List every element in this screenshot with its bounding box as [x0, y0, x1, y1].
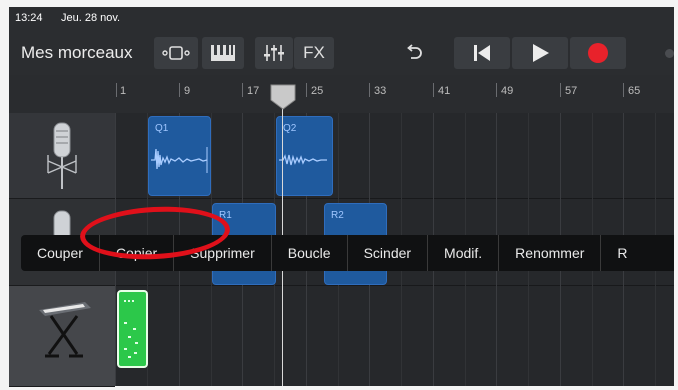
ruler-header-blank: [9, 75, 115, 113]
ruler-tick: [306, 83, 307, 97]
rewind-to-start-icon: [474, 45, 490, 61]
ruler-bar-17: 17: [247, 85, 260, 97]
play-icon: [533, 44, 549, 62]
menu-item-loop[interactable]: Boucle: [272, 235, 348, 271]
undo-icon: [407, 44, 422, 59]
ruler-bar-65: 65: [628, 85, 641, 97]
undo-button[interactable]: [397, 37, 431, 69]
status-bar: 13:24 Jeu. 28 nov.: [9, 7, 674, 31]
ruler-tick: [560, 83, 561, 97]
ruler-tick: [116, 83, 117, 97]
screenshot-frame-right: [674, 0, 678, 390]
ruler-tick: [433, 83, 434, 97]
record-icon: [588, 43, 608, 63]
waveform: [279, 154, 327, 166]
screenshot-frame-top: [0, 0, 678, 7]
mixer-sliders-icon: [264, 45, 284, 61]
midi-notes: [124, 300, 138, 358]
screenshot-frame-left: [0, 0, 9, 390]
ruler-bar-57: 57: [565, 85, 578, 97]
fx-button[interactable]: FX: [294, 37, 334, 69]
track-lane-3[interactable]: [115, 286, 674, 386]
ruler-tick: [369, 83, 370, 97]
ruler-bar-41: 41: [438, 85, 451, 97]
ruler-bar-49: 49: [501, 85, 514, 97]
fx-label: FX: [303, 43, 325, 62]
tracks-view-button[interactable]: [154, 37, 198, 69]
play-button[interactable]: [512, 37, 568, 69]
midi-region-selected[interactable]: [117, 290, 148, 368]
status-time: 13:24: [15, 12, 43, 24]
menu-item-split[interactable]: Scinder: [348, 235, 429, 271]
region-label: Q1: [155, 123, 169, 134]
ruler-bar-9: 9: [184, 85, 191, 97]
ruler-tick: [179, 83, 180, 97]
region-label: R2: [331, 210, 344, 221]
my-songs-button[interactable]: Mes morceaux: [21, 43, 132, 63]
menu-item-rename[interactable]: Renommer: [499, 235, 602, 271]
piano-keyboard-icon: [211, 45, 235, 61]
menu-item-edit[interactable]: Modif.: [428, 235, 500, 271]
menu-item-truncated[interactable]: R: [601, 235, 643, 271]
ruler-tick: [242, 83, 243, 97]
rewind-button[interactable]: [454, 37, 510, 69]
mixer-button[interactable]: [255, 37, 293, 69]
audio-region-q1[interactable]: Q1: [148, 116, 211, 196]
tracks-view-icon: [162, 46, 190, 60]
microphone-icon: [47, 122, 77, 189]
ruler-bar-33: 33: [374, 85, 387, 97]
audio-region-q2[interactable]: Q2: [276, 116, 333, 196]
instrument-keyboard-button[interactable]: [202, 37, 244, 69]
timeline-ruler[interactable]: 1 9 17 25 33 41 49 57 65: [9, 75, 674, 113]
region-label: Q2: [283, 123, 297, 134]
waveform: [151, 147, 208, 173]
ruler-tick: [623, 83, 624, 97]
ruler-bar-1: 1: [120, 85, 127, 97]
record-button[interactable]: [570, 37, 626, 69]
track-header-3[interactable]: [9, 286, 115, 387]
ruler-tick: [496, 83, 497, 97]
track-header-1[interactable]: [9, 113, 115, 199]
playhead-handle[interactable]: [270, 84, 296, 110]
ruler-bar-25: 25: [311, 85, 324, 97]
toolbar: Mes morceaux FX: [9, 31, 674, 75]
status-date: Jeu. 28 nov.: [61, 12, 121, 24]
keyboard-instrument-icon: [39, 302, 91, 358]
settings-toggle-edge[interactable]: [665, 49, 674, 58]
